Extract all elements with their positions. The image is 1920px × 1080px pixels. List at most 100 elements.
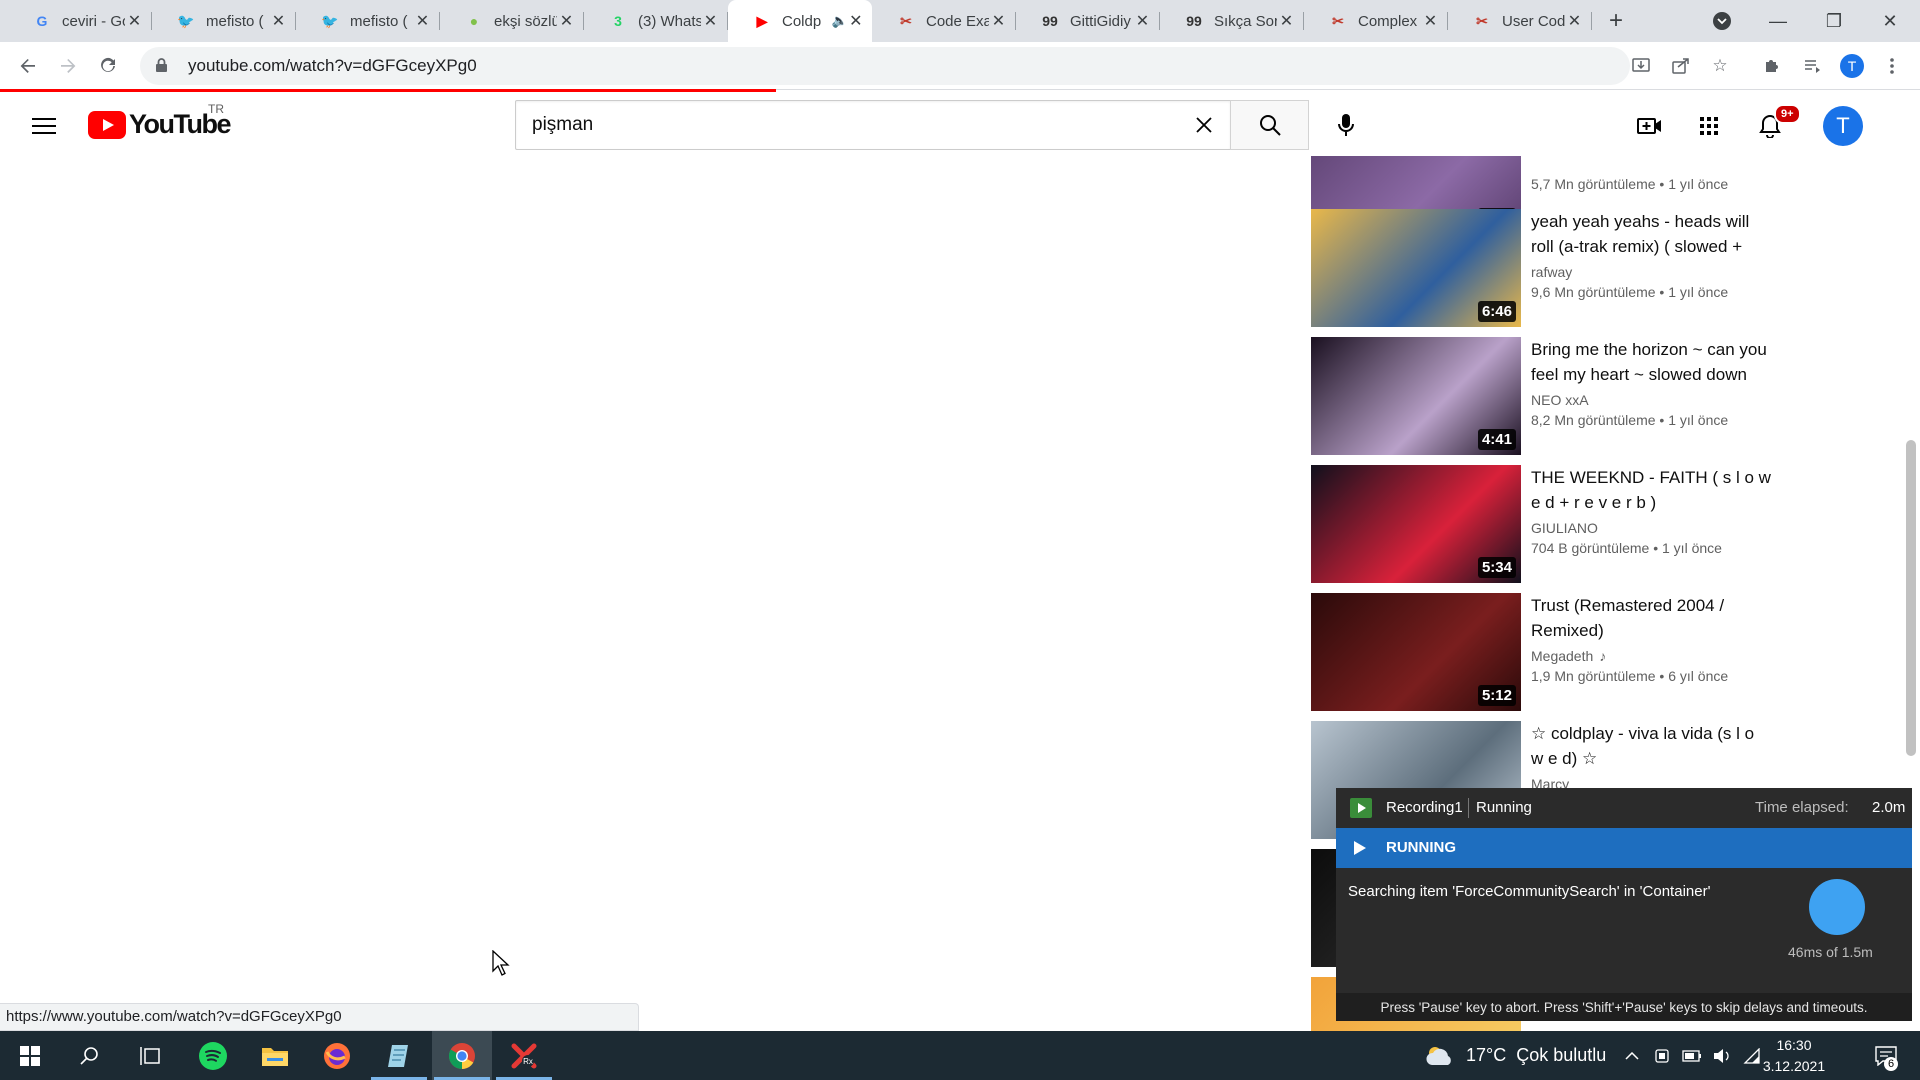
firefox-icon: [324, 1042, 350, 1069]
task-view-button[interactable]: [120, 1031, 180, 1080]
browser-tab[interactable]: ✂ User Cod ✕: [1448, 0, 1592, 42]
close-tab-icon[interactable]: ✕: [269, 11, 288, 31]
extensions-puzzle-icon[interactable]: [1756, 50, 1788, 82]
bookmark-star-icon[interactable]: ☆: [1703, 47, 1737, 85]
video-title[interactable]: ☆ coldplay - viva la vida (s l o w e d) …: [1531, 721, 1771, 771]
browser-tab[interactable]: 99 GittiGidiy ✕: [1016, 0, 1160, 42]
view-count: 1,9 Mn görüntüleme: [1531, 668, 1656, 684]
video-channel[interactable]: GIULIANO: [1531, 518, 1771, 538]
restore-icon[interactable]: ❐: [1806, 0, 1862, 42]
youtube-logo[interactable]: YouTube TR: [88, 102, 231, 140]
tab-label: Coldp: [782, 12, 822, 30]
browser-tab[interactable]: 🐦 mefisto (✕: [152, 0, 296, 42]
video-channel[interactable]: rafway: [1531, 262, 1771, 282]
search-icon: [1259, 115, 1281, 136]
search-button[interactable]: [1230, 100, 1309, 150]
browser-tab[interactable]: ✂ Code Exa ✕: [872, 0, 1016, 42]
minimize-icon[interactable]: —: [1750, 0, 1806, 42]
close-tab-icon[interactable]: ✕: [557, 11, 576, 31]
browser-menu-icon[interactable]: [1876, 50, 1908, 82]
related-video-item[interactable]: 5:34 THE WEEKND - FAITH ( s l o w e d + r…: [1311, 465, 1771, 583]
back-button[interactable]: [12, 50, 44, 82]
close-tab-icon[interactable]: ✕: [1421, 11, 1440, 31]
volume-icon[interactable]: [1708, 1031, 1736, 1080]
video-thumbnail[interactable]: 6:46: [1311, 209, 1521, 327]
video-title[interactable]: yeah yeah yeahs - heads will roll (a-tra…: [1531, 209, 1771, 259]
related-video-item[interactable]: 4:41 Bring me the horizon ~ can you feel …: [1311, 337, 1771, 455]
browser-tab[interactable]: Gceviri - Go ✕: [8, 0, 152, 42]
start-button[interactable]: [0, 1031, 60, 1080]
profile-button[interactable]: T: [1836, 50, 1868, 82]
taskbar-file-explorer[interactable]: [245, 1031, 305, 1080]
video-channel[interactable]: Megadeth ♪: [1531, 646, 1771, 666]
browser-tab[interactable]: ▶ Coldp 🔈 ✕: [728, 0, 872, 42]
browser-tab[interactable]: 🐦 mefisto (✕: [296, 0, 440, 42]
device-icon[interactable]: [1648, 1031, 1676, 1080]
video-title[interactable]: Trust (Remastered 2004 / Remixed): [1531, 593, 1771, 643]
battery-icon[interactable]: [1678, 1031, 1706, 1080]
close-tab-icon[interactable]: ✕: [1133, 11, 1152, 31]
video-channel[interactable]: NEO xxA: [1531, 390, 1771, 410]
browser-tab[interactable]: 99 Sıkça Sor ✕: [1160, 0, 1304, 42]
close-tab-icon[interactable]: ✕: [125, 11, 144, 31]
browser-tab[interactable]: 3 (3) Whats ✕: [584, 0, 728, 42]
recorder-panel: Recording1 Running Time elapsed: 2.0m RU…: [1336, 788, 1912, 1021]
video-thumbnail[interactable]: 5:34: [1311, 465, 1521, 583]
media-queue-icon[interactable]: [1796, 50, 1828, 82]
close-tab-icon[interactable]: ✕: [989, 11, 1008, 31]
video-title[interactable]: Bring me the horizon ~ can you feel my h…: [1531, 337, 1771, 387]
tab-search-icon[interactable]: [1694, 0, 1750, 42]
address-bar[interactable]: youtube.com/watch?v=dGFGceyXPg0 ☆: [140, 47, 1728, 85]
close-tab-icon[interactable]: ✕: [701, 11, 720, 31]
video-title[interactable]: THE WEEKND - FAITH ( s l o w e d + r e v…: [1531, 465, 1771, 515]
voice-search-button[interactable]: [1325, 104, 1367, 146]
show-hidden-icons-chevron-icon[interactable]: [1618, 1031, 1646, 1080]
search-input[interactable]: [532, 114, 1152, 136]
taskbar-search-button[interactable]: [60, 1031, 120, 1080]
video-meta: 9,6 Mn görüntüleme • 1 yıl önce: [1531, 282, 1771, 302]
close-tab-icon[interactable]: ✕: [413, 11, 432, 31]
account-avatar[interactable]: T: [1823, 106, 1863, 146]
related-video-item[interactable]: 6:46 yeah yeah yeahs - heads will roll (a…: [1311, 209, 1771, 327]
install-app-icon[interactable]: [1624, 47, 1658, 85]
channel-name: rafway: [1531, 264, 1573, 280]
time-elapsed-label: Time elapsed:: [1755, 799, 1849, 816]
taskbar-spotify[interactable]: [183, 1031, 243, 1080]
tab-audio-icon[interactable]: 🔈: [832, 13, 848, 29]
share-icon[interactable]: [1664, 47, 1698, 85]
browser-tab[interactable]: ● ekşi sözlü ✕: [440, 0, 584, 42]
reload-button[interactable]: [92, 50, 124, 82]
close-tab-icon[interactable]: ✕: [1277, 11, 1296, 31]
taskbar-chrome[interactable]: [432, 1031, 492, 1080]
close-tab-icon[interactable]: ✕: [848, 11, 864, 31]
taskbar-firefox[interactable]: [307, 1031, 367, 1080]
weather-widget[interactable]: 17°C Çok bulutlu: [1424, 1031, 1606, 1080]
system-clock[interactable]: 16:30 3.12.2021: [1754, 1035, 1834, 1077]
clear-search-icon[interactable]: [1188, 109, 1220, 141]
recorder-footer-hint: Press 'Pause' key to abort. Press 'Shift…: [1336, 993, 1912, 1021]
related-video-item[interactable]: 5:12 Trust (Remastered 2004 / Remixed) Meg…: [1311, 593, 1771, 711]
apps-grid-icon[interactable]: [1691, 108, 1727, 144]
new-tab-plus-icon[interactable]: +: [1596, 0, 1636, 42]
view-count: 704 B görüntüleme: [1531, 540, 1650, 556]
action-center-button[interactable]: [1862, 1031, 1910, 1080]
running-play-icon: [1354, 841, 1366, 855]
create-video-icon[interactable]: [1632, 108, 1668, 144]
video-thumbnail[interactable]: 5:12: [1311, 593, 1521, 711]
video-thumbnail[interactable]: 4:41: [1311, 337, 1521, 455]
forward-button[interactable]: [52, 50, 84, 82]
window-close-icon[interactable]: ✕: [1862, 0, 1918, 42]
recording-state: Running: [1476, 799, 1532, 816]
channel-name: Megadeth: [1531, 648, 1594, 664]
close-tab-icon[interactable]: ✕: [1565, 11, 1584, 31]
browser-tab[interactable]: ✂ Complex ✕: [1304, 0, 1448, 42]
view-count: 8,2 Mn görüntüleme: [1531, 412, 1656, 428]
video-info: 5,7 Mn görüntüleme • 1 yıl önce: [1531, 174, 1771, 194]
title-divider: [1468, 798, 1469, 818]
scrollbar-thumb[interactable]: [1906, 440, 1916, 756]
taskbar-notepad[interactable]: [369, 1031, 429, 1080]
tab-label: mefisto (: [350, 12, 408, 30]
mouse-cursor-icon: [492, 950, 510, 976]
hamburger-menu-icon[interactable]: [28, 110, 60, 142]
taskbar-recorder-app[interactable]: Rx: [494, 1031, 554, 1080]
